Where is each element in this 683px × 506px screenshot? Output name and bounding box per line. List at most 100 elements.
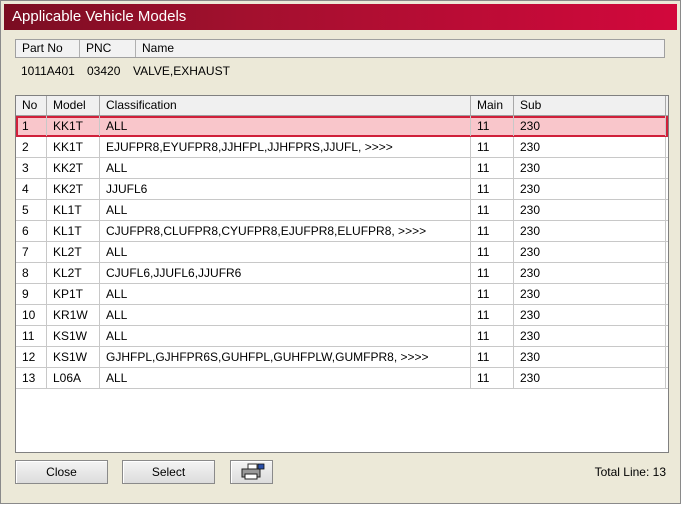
table-row[interactable]: 12 KS1W GJHFPL,GJHFPR6S,GUHFPL,GUHFPLW,GUM… [16,347,668,368]
window-title: Applicable Vehicle Models [12,8,187,25]
cell-main: 11 [471,116,514,136]
cell-classification: ALL [100,158,471,178]
cell-classification: ALL [100,284,471,304]
cell-classification: CJUFL6,JJUFL6,JJUFR6 [100,263,471,283]
table-body: 1 KK1T ALL 11 230 2 KK1T EJUFPR8,EYUFPR8,JJHFPL… [16,116,668,389]
column-header-main[interactable]: Main [471,96,514,115]
cell-classification: ALL [100,368,471,388]
cell-main: 11 [471,158,514,178]
select-button[interactable]: Select [122,460,215,484]
table-row[interactable]: 9 KP1T ALL 11 230 [16,284,668,305]
cell-sub: 230 [514,116,666,136]
header-pnc: PNC [80,40,136,57]
cell-classification: EJUFPR8,EYUFPR8,JJHFPL,JJHFPRS,JJUFL, >>… [100,137,471,157]
cell-classification: GJHFPL,GJHFPR6S,GUHFPL,GUHFPLW,GUMFPR8, … [100,347,471,367]
cell-classification: ALL [100,305,471,325]
pnc-value: 03420 [87,64,121,78]
cell-classification: CJUFPR8,CLUFPR8,CYUFPR8,EJUFPR8,ELUFPR8,… [100,221,471,241]
cell-main: 11 [471,263,514,283]
cell-sub: 230 [514,221,666,241]
title-bar[interactable]: Applicable Vehicle Models [4,4,677,30]
cell-model: L06A [47,368,100,388]
name-value: VALVE,EXHAUST [133,64,230,78]
cell-classification: ALL [100,200,471,220]
applicable-vehicle-models-dialog: Applicable Vehicle Models Part No PNC Na… [0,0,681,504]
cell-no: 7 [16,242,47,262]
cell-model: KL1T [47,200,100,220]
header-name: Name [142,41,175,55]
column-header-sub[interactable]: Sub [514,96,666,115]
cell-main: 11 [471,305,514,325]
cell-no: 12 [16,347,47,367]
cell-model: KP1T [47,284,100,304]
column-header-classification[interactable]: Classification [100,96,471,115]
column-header-model[interactable]: Model [47,96,100,115]
cell-sub: 230 [514,137,666,157]
cell-no: 5 [16,200,47,220]
cell-no: 4 [16,179,47,199]
vehicle-models-table: No Model Classification Main Sub 1 KK1T AL… [15,95,669,453]
table-row[interactable]: 5 KL1T ALL 11 230 [16,200,668,221]
part-info-header: Part No PNC Name [15,39,665,58]
table-row[interactable]: 3 KK2T ALL 11 230 [16,158,668,179]
part-info-panel: Part No PNC Name 1011A401 03420 VALVE,EX… [15,39,665,87]
cell-sub: 230 [514,200,666,220]
table-header: No Model Classification Main Sub [16,96,668,116]
cell-no: 9 [16,284,47,304]
cell-main: 11 [471,200,514,220]
cell-classification: JJUFL6 [100,179,471,199]
cell-sub: 230 [514,263,666,283]
cell-no: 10 [16,305,47,325]
total-line-count: Total Line: 13 [594,465,666,479]
column-header-no[interactable]: No [16,96,47,115]
table-row[interactable]: 10 KR1W ALL 11 230 [16,305,668,326]
cell-model: KS1W [47,347,100,367]
cell-model: KS1W [47,326,100,346]
cell-classification: ALL [100,242,471,262]
cell-classification: ALL [100,116,471,136]
cell-no: 3 [16,158,47,178]
cell-no: 8 [16,263,47,283]
cell-sub: 230 [514,326,666,346]
cell-no: 6 [16,221,47,241]
cell-sub: 230 [514,347,666,367]
cell-model: KL1T [47,221,100,241]
table-row[interactable]: 6 KL1T CJUFPR8,CLUFPR8,CYUFPR8,EJUFPR8,ELU… [16,221,668,242]
table-row[interactable]: 2 KK1T EJUFPR8,EYUFPR8,JJHFPL,JJHFPRS,JJUF… [16,137,668,158]
cell-main: 11 [471,368,514,388]
cell-sub: 230 [514,284,666,304]
printer-icon [241,463,264,480]
cell-main: 11 [471,137,514,157]
cell-sub: 230 [514,158,666,178]
table-row[interactable]: 4 KK2T JJUFL6 11 230 [16,179,668,200]
cell-model: KL2T [47,242,100,262]
print-button[interactable] [230,460,273,484]
cell-model: KK1T [47,116,100,136]
cell-main: 11 [471,179,514,199]
cell-no: 11 [16,326,47,346]
cell-model: KK2T [47,158,100,178]
cell-classification: ALL [100,326,471,346]
close-button[interactable]: Close [15,460,108,484]
part-no-value: 1011A401 [21,64,75,78]
header-part-no: Part No [16,40,80,57]
cell-model: KK1T [47,137,100,157]
cell-sub: 230 [514,242,666,262]
table-row[interactable]: 11 KS1W ALL 11 230 [16,326,668,347]
cell-no: 1 [16,116,47,136]
cell-no: 2 [16,137,47,157]
table-row[interactable]: 7 KL2T ALL 11 230 [16,242,668,263]
cell-model: KL2T [47,263,100,283]
table-row[interactable]: 13 L06A ALL 11 230 [16,368,668,389]
cell-main: 11 [471,326,514,346]
cell-main: 11 [471,284,514,304]
cell-main: 11 [471,242,514,262]
cell-main: 11 [471,347,514,367]
table-row[interactable]: 1 KK1T ALL 11 230 [16,116,668,137]
cell-model: KK2T [47,179,100,199]
cell-no: 13 [16,368,47,388]
table-row[interactable]: 8 KL2T CJUFL6,JJUFL6,JJUFR6 11 230 [16,263,668,284]
cell-main: 11 [471,221,514,241]
cell-sub: 230 [514,179,666,199]
cell-sub: 230 [514,368,666,388]
